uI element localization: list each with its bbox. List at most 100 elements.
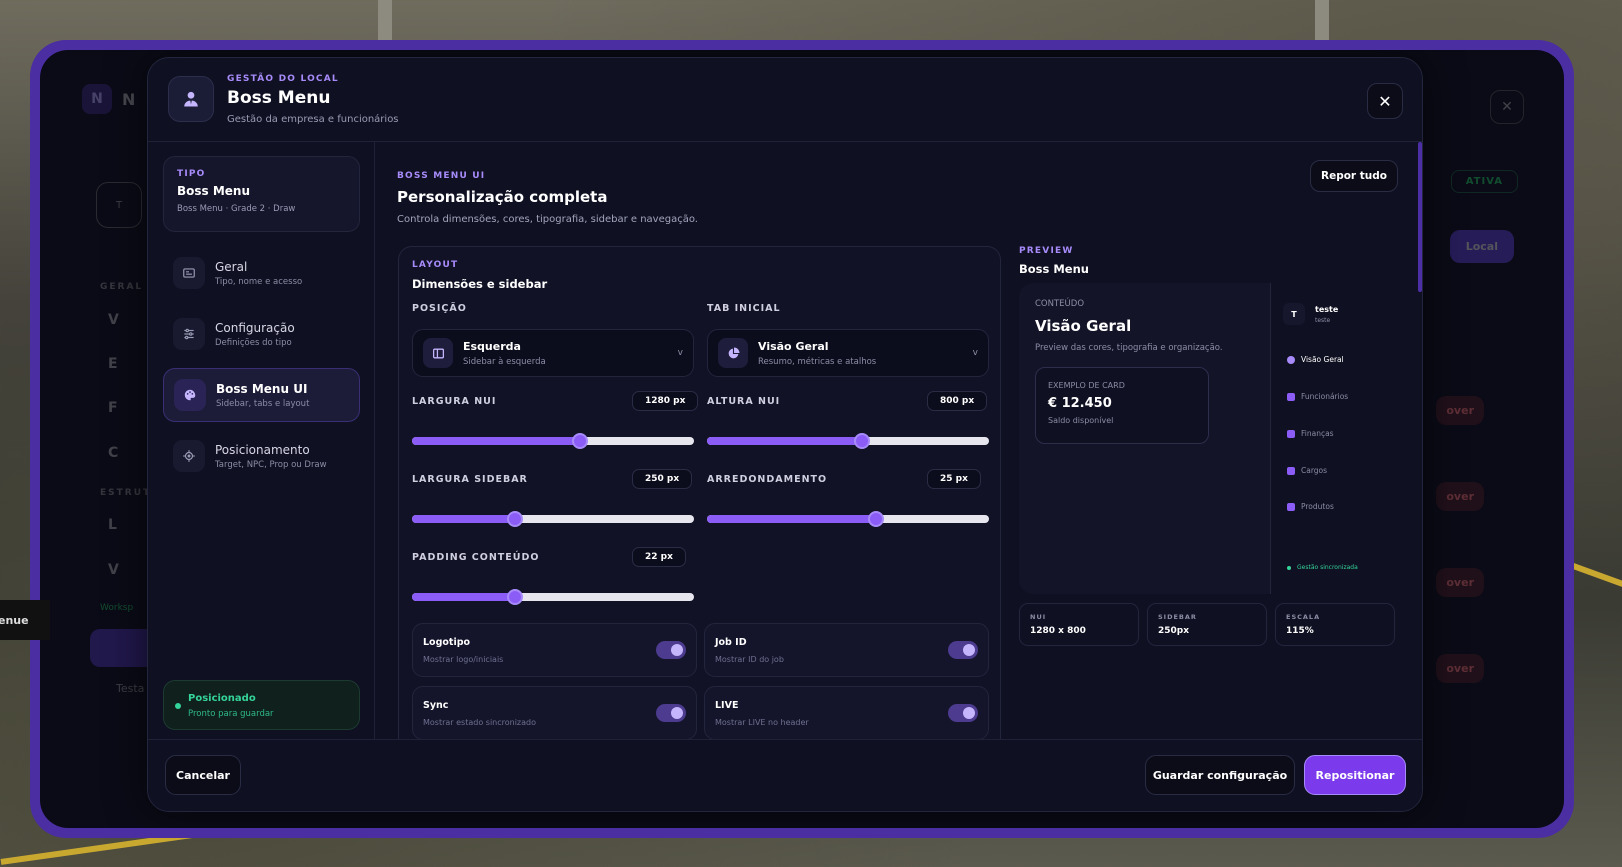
- tab-inicial-label: TAB INICIAL: [707, 303, 781, 314]
- preview-nav-label: Finanças: [1301, 429, 1334, 438]
- background-edge-label: enue: [0, 600, 50, 640]
- toggle-knob: [671, 644, 683, 656]
- toggle-card-logotipo: Logotipo Mostrar logo/iniciais: [412, 623, 697, 677]
- toggle-sub: Mostrar LIVE no header: [715, 718, 809, 727]
- background-workspace: Worksp: [100, 603, 134, 613]
- largura-nui-label: LARGURA NUI: [412, 396, 497, 407]
- largura-nui-slider[interactable]: [412, 433, 694, 449]
- reset-all-button[interactable]: Repor tudo: [1310, 160, 1398, 192]
- largura-sidebar-label: LARGURA SIDEBAR: [412, 474, 528, 485]
- modal-header: GESTÃO DO LOCAL Boss Menu Gestão da empr…: [148, 58, 1422, 142]
- background-item: F: [108, 400, 118, 416]
- pie-chart-icon: [1287, 355, 1295, 364]
- preview-user-name: teste: [1315, 305, 1339, 314]
- stat-label: SIDEBAR: [1158, 613, 1197, 621]
- background-ativa-badge: ATIVA: [1450, 170, 1518, 193]
- status-subtitle: Pronto para guardar: [188, 709, 274, 719]
- slider-thumb[interactable]: [506, 511, 523, 527]
- padding-conteudo-slider[interactable]: [412, 589, 694, 605]
- job-id-toggle[interactable]: [948, 641, 978, 659]
- stat-label: ESCALA: [1286, 613, 1321, 621]
- preview-nav-item: Funcionários: [1287, 392, 1348, 401]
- altura-nui-label: ALTURA NUI: [707, 396, 781, 407]
- background-logo-text: N: [122, 90, 136, 109]
- sidebar-item-configuracao[interactable]: Configuração Definições do tipo: [163, 307, 360, 361]
- background-avatar: T: [96, 182, 142, 228]
- preview-nav-label: Visão Geral: [1301, 355, 1344, 364]
- sidebar-item-sub: Definições do tipo: [215, 337, 292, 348]
- preview-nav-item: Cargos: [1287, 466, 1327, 475]
- preview-main-title: Visão Geral: [1035, 317, 1132, 335]
- posicao-label: POSIÇÃO: [412, 303, 467, 314]
- status-dot-icon: [175, 703, 181, 709]
- slider-thumb[interactable]: [571, 433, 588, 449]
- slider-thumb[interactable]: [854, 433, 871, 449]
- users-icon: [1287, 392, 1295, 401]
- toggle-sub: Mostrar ID do job: [715, 655, 784, 664]
- preview-nav-label: Funcionários: [1301, 392, 1349, 401]
- sidebar-item-label: Posicionamento: [215, 442, 310, 457]
- header-subtitle: Gestão da empresa e funcionários: [227, 114, 399, 125]
- sidebar-item-sub: Target, NPC, Prop ou Draw: [215, 459, 327, 470]
- toggle-card-live: LIVE Mostrar LIVE no header: [704, 686, 989, 740]
- posicao-value: Esquerda: [463, 339, 521, 353]
- sync-toggle[interactable]: [656, 704, 686, 722]
- preview-nav-item: Visão Geral: [1287, 355, 1344, 364]
- preview-nav-label: Cargos: [1301, 466, 1328, 475]
- live-toggle[interactable]: [948, 704, 978, 722]
- sidebar-item-geral[interactable]: Geral Tipo, nome e acesso: [163, 246, 360, 300]
- slider-fill: [412, 593, 515, 601]
- background-close-icon: ✕: [1490, 90, 1524, 124]
- toggle-knob: [963, 707, 975, 719]
- content-title: Personalização completa: [397, 188, 608, 206]
- content-area: BOSS MENU UI Personalização completa Con…: [376, 142, 1422, 742]
- background-section-geral: GERAL: [100, 282, 144, 292]
- tab-inicial-select[interactable]: Visão Geral Resumo, métricas e atalhos v: [707, 329, 989, 377]
- largura-sidebar-value: 250 px: [632, 469, 693, 489]
- stat-value: 115%: [1286, 626, 1314, 636]
- preview-example-card: EXEMPLO DE CARD € 12.450 Saldo disponíve…: [1035, 367, 1209, 444]
- slider-fill: [707, 437, 863, 445]
- close-button[interactable]: ✕: [1367, 83, 1403, 119]
- tipo-card: TIPO Boss Menu Boss Menu · Grade 2 · Dra…: [163, 156, 360, 232]
- stat-label: NUI: [1030, 613, 1047, 621]
- background-section-estrut: ESTRUT: [100, 488, 152, 498]
- reposition-button[interactable]: Repositionar: [1304, 755, 1406, 795]
- cancel-button[interactable]: Cancelar: [165, 755, 241, 795]
- stat-escala: ESCALA 115%: [1275, 603, 1395, 646]
- toggle-title: LIVE: [715, 700, 739, 711]
- slider-thumb[interactable]: [868, 511, 885, 527]
- sidebar-item-boss-menu-ui[interactable]: Boss Menu UI Sidebar, tabs e layout: [163, 368, 360, 422]
- toggle-title: Job ID: [715, 637, 747, 648]
- background-test-text: Testa: [116, 682, 145, 695]
- largura-sidebar-slider[interactable]: [412, 511, 694, 527]
- preview-sync-text: Gestão sincronizada: [1297, 564, 1358, 571]
- altura-nui-slider[interactable]: [707, 433, 989, 449]
- altura-nui-value: 800 px: [927, 391, 988, 411]
- posicao-select[interactable]: Esquerda Sidebar à esquerda v: [412, 329, 694, 377]
- preview-sidebar: T teste teste Visão Geral Funcionários F…: [1270, 283, 1396, 594]
- pie-chart-icon: [718, 338, 748, 368]
- status-title: Posicionado: [188, 693, 256, 704]
- background-item: V: [108, 312, 119, 328]
- sidebar-item-posicionamento[interactable]: Posicionamento Target, NPC, Prop ou Draw: [163, 429, 360, 483]
- tipo-title: Boss Menu: [177, 184, 251, 198]
- preview-nav-item: Produtos: [1287, 502, 1334, 511]
- tipo-subtitle: Boss Menu · Grade 2 · Draw: [177, 204, 296, 214]
- slider-thumb[interactable]: [506, 589, 523, 605]
- arredondamento-slider[interactable]: [707, 511, 989, 527]
- header-text: GESTÃO DO LOCAL Boss Menu Gestão da empr…: [227, 74, 399, 125]
- background-item: C: [108, 445, 119, 461]
- modal-footer: Cancelar Guardar configuração Reposition…: [148, 739, 1422, 811]
- sitemap-icon: [1287, 466, 1295, 475]
- wallet-icon: [1287, 429, 1295, 438]
- basket-icon: [1287, 502, 1295, 511]
- toggle-title: Sync: [423, 700, 449, 711]
- save-config-button[interactable]: Guardar configuração: [1145, 755, 1295, 795]
- avatar: T: [1283, 303, 1305, 325]
- toggle-card-job-id: Job ID Mostrar ID do job: [704, 623, 989, 677]
- toggle-card-sync: Sync Mostrar estado sincronizado: [412, 686, 697, 740]
- scrollbar[interactable]: [1418, 142, 1422, 292]
- logotipo-toggle[interactable]: [656, 641, 686, 659]
- toggle-sub: Mostrar logo/iniciais: [423, 655, 504, 664]
